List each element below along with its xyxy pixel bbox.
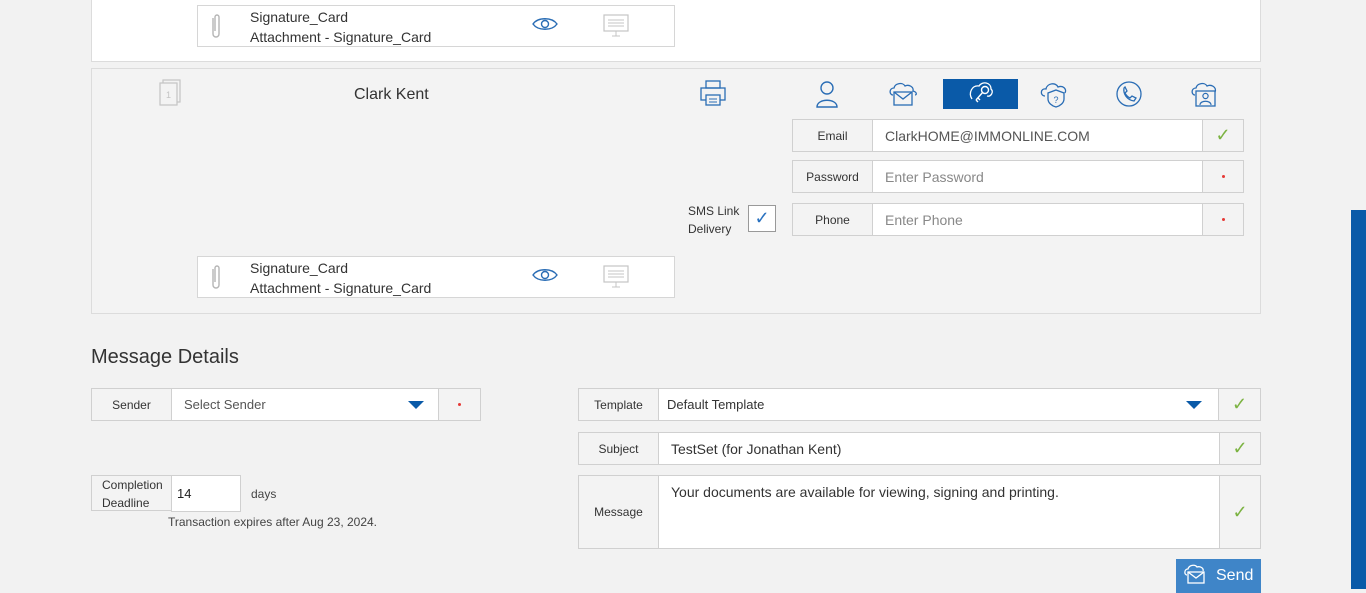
monitor-icon[interactable] xyxy=(603,264,629,295)
completion-deadline-label: Completion Deadline xyxy=(91,475,172,511)
message-status: ✓ xyxy=(1219,476,1260,548)
attachment-title: Signature_Card xyxy=(250,260,349,276)
auth-kba-button[interactable]: ? xyxy=(1029,80,1079,112)
template-select-value: Default Template xyxy=(667,397,765,412)
cloud-mail-icon xyxy=(888,81,918,112)
template-select[interactable]: Default Template xyxy=(659,389,1219,420)
auth-person-button[interactable] xyxy=(802,80,852,112)
key-icon xyxy=(967,79,995,110)
checkmark-icon: ✓ xyxy=(1231,394,1248,414)
email-input[interactable] xyxy=(873,120,1202,151)
phone-status xyxy=(1202,204,1243,235)
attachment-subtitle: Attachment - Signature_Card xyxy=(250,280,432,296)
checkmark-icon: ✓ xyxy=(1215,125,1231,145)
send-label: Send xyxy=(1216,567,1254,584)
checkmark-icon: ✓ xyxy=(754,208,770,228)
auth-email-button[interactable] xyxy=(878,80,928,112)
template-label: Template xyxy=(579,389,659,420)
subject-input[interactable] xyxy=(659,433,1219,464)
password-input[interactable] xyxy=(873,161,1202,192)
sender-select-value: Select Sender xyxy=(184,397,266,412)
checkmark-icon: ✓ xyxy=(1232,438,1248,458)
sms-link-delivery-label: SMS Link Delivery xyxy=(688,204,740,236)
scrollbar-thumb[interactable] xyxy=(1351,210,1366,589)
attachment-row: Signature_Card Attachment - Signature_Ca… xyxy=(197,256,675,298)
monitor-icon[interactable] xyxy=(603,13,629,44)
expiry-text: Transaction expires after Aug 23, 2024. xyxy=(168,515,378,529)
chevron-down-icon xyxy=(1186,400,1202,409)
attachment-row: Signature_Card Attachment - Signature_Ca… xyxy=(197,5,675,47)
completion-deadline-input[interactable] xyxy=(171,475,241,512)
section-title: Message Details xyxy=(91,346,239,368)
sender-status xyxy=(439,389,480,420)
cloud-person-icon xyxy=(1190,80,1220,113)
shield-question-icon: ? xyxy=(1039,80,1069,113)
required-dot-icon xyxy=(1221,175,1225,178)
sms-link-delivery-checkbox[interactable]: ✓ xyxy=(748,205,776,232)
sender-select[interactable]: Select Sender xyxy=(172,389,439,420)
phone-label: Phone xyxy=(793,204,873,235)
subject-status: ✓ xyxy=(1219,433,1260,464)
paperclip-icon xyxy=(208,264,224,297)
svg-text:1: 1 xyxy=(166,90,171,100)
message-label: Message xyxy=(579,476,659,548)
send-button[interactable]: Send xyxy=(1176,559,1261,593)
auth-password-button[interactable] xyxy=(943,79,1018,109)
svg-text:?: ? xyxy=(1053,95,1058,105)
envelope-icon xyxy=(1184,564,1208,589)
chevron-down-icon xyxy=(408,400,424,409)
password-label: Password xyxy=(793,161,873,192)
template-status: ✓ xyxy=(1219,389,1260,420)
eye-icon[interactable] xyxy=(532,267,558,288)
printer-icon[interactable] xyxy=(699,79,727,112)
document-order-icon[interactable]: 1 xyxy=(158,79,182,112)
deadline-unit: days xyxy=(251,487,277,501)
password-field-row: Password xyxy=(792,160,1244,193)
eye-icon[interactable] xyxy=(532,16,558,37)
attachment-title: Signature_Card xyxy=(250,9,349,25)
password-status xyxy=(1202,161,1243,192)
subject-label: Subject xyxy=(579,433,659,464)
recipient-name: Clark Kent xyxy=(354,86,429,103)
template-field-row: Template Default Template ✓ xyxy=(578,388,1261,421)
message-textarea[interactable]: Your documents are available for viewing… xyxy=(659,476,1219,548)
paperclip-icon xyxy=(208,13,224,46)
email-label: Email xyxy=(793,120,873,151)
email-field-row: Email ✓ xyxy=(792,119,1244,152)
attachment-subtitle: Attachment - Signature_Card xyxy=(250,29,432,45)
message-field-row: Message Your documents are available for… xyxy=(578,475,1261,549)
subject-field-row: Subject ✓ xyxy=(578,432,1261,465)
phone-field-row: Phone xyxy=(792,203,1244,236)
required-dot-icon xyxy=(1221,218,1225,221)
auth-id-button[interactable] xyxy=(1180,80,1230,112)
email-status: ✓ xyxy=(1202,120,1243,151)
person-icon xyxy=(815,80,839,113)
sender-field-row: Sender Select Sender xyxy=(91,388,481,421)
checkmark-icon: ✓ xyxy=(1232,501,1248,522)
auth-phone-button[interactable] xyxy=(1104,80,1154,112)
sender-label: Sender xyxy=(92,389,172,420)
phone-icon xyxy=(1115,80,1143,113)
required-dot-icon xyxy=(458,403,461,406)
phone-input[interactable] xyxy=(873,204,1202,235)
